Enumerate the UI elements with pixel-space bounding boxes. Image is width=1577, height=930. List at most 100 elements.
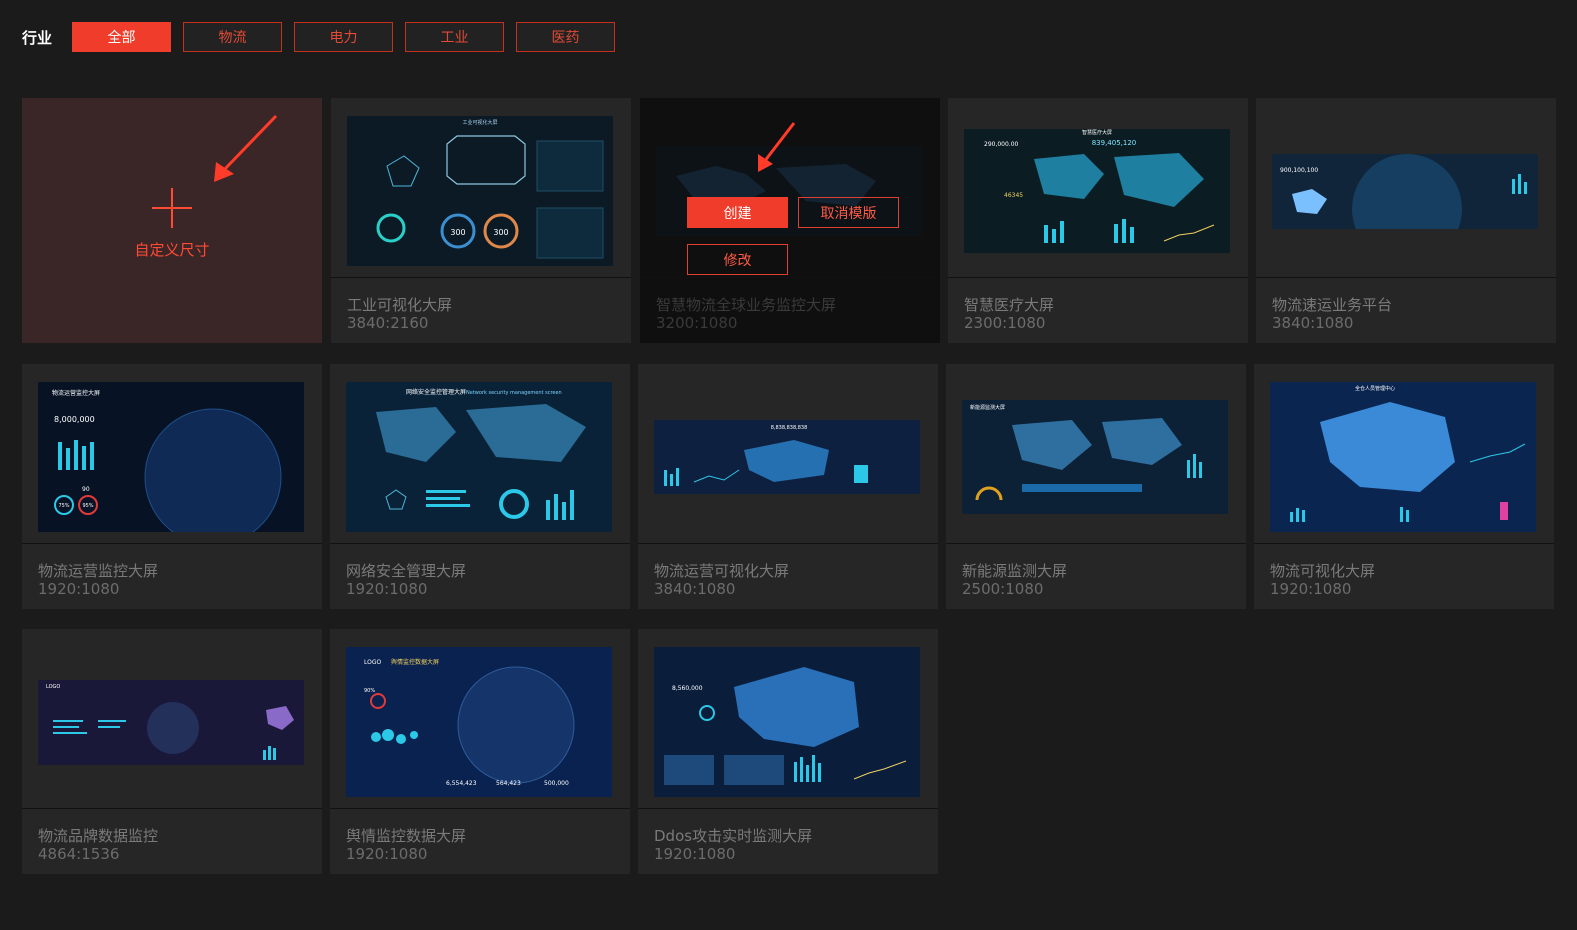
template-title: 网络安全管理大屏 — [346, 562, 467, 580]
thumbnail-area: 智慧医疗大屏 839,405,120 290,000.00 46345 — [948, 98, 1248, 278]
divider — [640, 277, 940, 278]
thumb-counter: 839,405,120 — [1092, 139, 1137, 147]
gauge-value: 300 — [450, 228, 465, 237]
template-thumbnail: 新能源监测大屏 — [962, 400, 1228, 514]
template-card[interactable]: 全仓人员管理中心 物流可视化大屏 1920:1080 — [1254, 364, 1554, 609]
template-size: 2500:1080 — [962, 580, 1044, 598]
template-card[interactable]: 新能源监测大屏 新能源监测大屏 2500:1080 — [946, 364, 1246, 609]
template-card[interactable]: 8,560,000 Ddos攻击实时监测大屏 1920:1080 — [638, 629, 938, 874]
thumb-counter: 8,560,000 — [672, 685, 703, 692]
template-title: 工业可视化大屏 — [347, 296, 453, 314]
thumbnail-area: 8,560,000 — [638, 629, 938, 809]
template-size: 3840:1080 — [654, 580, 736, 598]
divider — [638, 543, 938, 544]
thumbnail-area: 网络安全监控管理大屏 Network security management s… — [330, 364, 630, 544]
divider — [330, 543, 630, 544]
template-size: 3840:1080 — [1272, 314, 1354, 332]
template-title: 物流运营可视化大屏 — [654, 562, 790, 580]
thumb-value: 90 — [82, 486, 90, 493]
filter-all-button[interactable]: 全部 — [72, 22, 171, 52]
thumbnail-area: 物流运营监控大屏 8,000,000 75% 95% 90 — [22, 364, 322, 544]
thumb-value: 900,100,100 — [1280, 167, 1318, 174]
template-thumbnail: 8,838,838,838 — [654, 420, 920, 494]
arrow-annotation-icon — [758, 122, 796, 172]
template-thumbnail: 智慧医疗大屏 839,405,120 290,000.00 46345 — [964, 129, 1230, 253]
template-thumbnail: LOGO — [38, 680, 304, 765]
template-card[interactable]: 8,838,838,838 物流运营可视化大屏 3840:1080 — [638, 364, 938, 609]
template-card-hovered[interactable]: 创建 取消模版 修改 智慧物流全球业务监控大屏 3200:1080 — [640, 98, 940, 343]
thumb-logo: LOGO — [46, 684, 60, 690]
template-size: 1920:1080 — [1270, 580, 1352, 598]
template-card[interactable]: 物流运营监控大屏 8,000,000 75% 95% 90 物流运营监控大屏 1… — [22, 364, 322, 609]
thumbnail-area: 8,838,838,838 — [638, 364, 938, 544]
thumb-value: 564,423 — [496, 780, 521, 787]
divider — [638, 808, 938, 809]
thumbnail-area: LOGO 舆情监控数据大屏 90% 6,554,423 564,423 500,… — [330, 629, 630, 809]
template-size: 2300:1080 — [964, 314, 1046, 332]
divider — [331, 277, 631, 278]
edit-button[interactable]: 修改 — [687, 244, 788, 275]
template-size: 4864:1536 — [38, 845, 120, 863]
template-card[interactable]: 900,100,100 物流速运业务平台 3840:1080 — [1256, 98, 1556, 343]
divider — [1256, 277, 1556, 278]
template-size: 1920:1080 — [654, 845, 736, 863]
template-card[interactable]: LOGO 物流品牌数据监控 4864:1536 — [22, 629, 322, 874]
divider — [946, 543, 1246, 544]
template-card[interactable]: LOGO 舆情监控数据大屏 90% 6,554,423 564,423 500,… — [330, 629, 630, 874]
create-button[interactable]: 创建 — [687, 197, 788, 228]
template-card[interactable]: 网络安全监控管理大屏 Network security management s… — [330, 364, 630, 609]
template-thumbnail: 工业可视化大屏 300 300 — [347, 116, 613, 266]
thumb-value: 6,554,423 — [446, 780, 477, 787]
filter-medicine-button[interactable]: 医药 — [516, 22, 615, 52]
template-title: Ddos攻击实时监测大屏 — [654, 827, 813, 845]
template-size: 1920:1080 — [346, 845, 428, 863]
thumb-counter: 8,838,838,838 — [771, 425, 808, 431]
divider — [330, 808, 630, 809]
template-card[interactable]: 智慧医疗大屏 839,405,120 290,000.00 46345 智慧医疗… — [948, 98, 1248, 343]
divider — [22, 543, 322, 544]
thumbnail-area: 工业可视化大屏 300 300 — [331, 98, 631, 278]
plus-icon-h — [152, 207, 192, 209]
thumb-percent: 75% — [58, 503, 69, 509]
template-title: 物流品牌数据监控 — [38, 827, 159, 845]
arrow-annotation-icon — [214, 114, 278, 182]
template-title: 舆情监控数据大屏 — [346, 827, 467, 845]
thumb-value: 8,000,000 — [54, 415, 95, 424]
divider — [22, 808, 322, 809]
filter-industry-button[interactable]: 工业 — [405, 22, 504, 52]
thumb-value: 46345 — [1004, 192, 1023, 199]
template-thumbnail: 8,560,000 — [654, 647, 920, 797]
template-title: 物流运营监控大屏 — [38, 562, 159, 580]
thumbnail-area: 全仓人员管理中心 — [1254, 364, 1554, 544]
divider — [948, 277, 1248, 278]
thumbnail-area: 新能源监测大屏 — [946, 364, 1246, 544]
thumb-header: 网络安全监控管理大屏 — [406, 388, 466, 396]
template-size: 3840:2160 — [347, 314, 429, 332]
template-thumbnail: 网络安全监控管理大屏 Network security management s… — [346, 382, 612, 532]
thumb-percent: 90% — [364, 688, 375, 694]
gauge-value: 300 — [493, 228, 508, 237]
cancel-template-button[interactable]: 取消模版 — [798, 197, 899, 228]
custom-size-card[interactable]: 自定义尺寸 — [22, 98, 322, 343]
thumbnail-area: 创建 取消模版 修改 — [640, 98, 940, 278]
template-title: 物流速运业务平台 — [1272, 296, 1393, 314]
template-thumbnail: 全仓人员管理中心 — [1270, 382, 1536, 532]
custom-size-label: 自定义尺寸 — [134, 241, 210, 259]
template-title: 新能源监测大屏 — [962, 562, 1068, 580]
template-title: 智慧物流全球业务监控大屏 — [656, 296, 837, 314]
template-thumbnail: LOGO 舆情监控数据大屏 90% 6,554,423 564,423 500,… — [346, 647, 612, 797]
filter-logistics-button[interactable]: 物流 — [183, 22, 282, 52]
template-title: 智慧医疗大屏 — [964, 296, 1055, 314]
thumb-percent: 95% — [82, 503, 93, 509]
template-size: 1920:1080 — [346, 580, 428, 598]
template-card[interactable]: 工业可视化大屏 300 300 工业可视化大屏 3840:2160 — [331, 98, 631, 343]
thumb-logo: LOGO — [364, 659, 382, 666]
industry-filter: 行业 全部 物流 电力 工业 医药 — [22, 21, 627, 53]
filter-power-button[interactable]: 电力 — [294, 22, 393, 52]
template-title: 物流可视化大屏 — [1270, 562, 1376, 580]
template-thumbnail: 物流运营监控大屏 8,000,000 75% 95% 90 — [38, 382, 304, 532]
thumb-header: 物流运营监控大屏 — [52, 389, 100, 397]
template-size: 1920:1080 — [38, 580, 120, 598]
thumb-value: 290,000.00 — [984, 141, 1019, 148]
thumbnail-area: LOGO — [22, 629, 322, 809]
